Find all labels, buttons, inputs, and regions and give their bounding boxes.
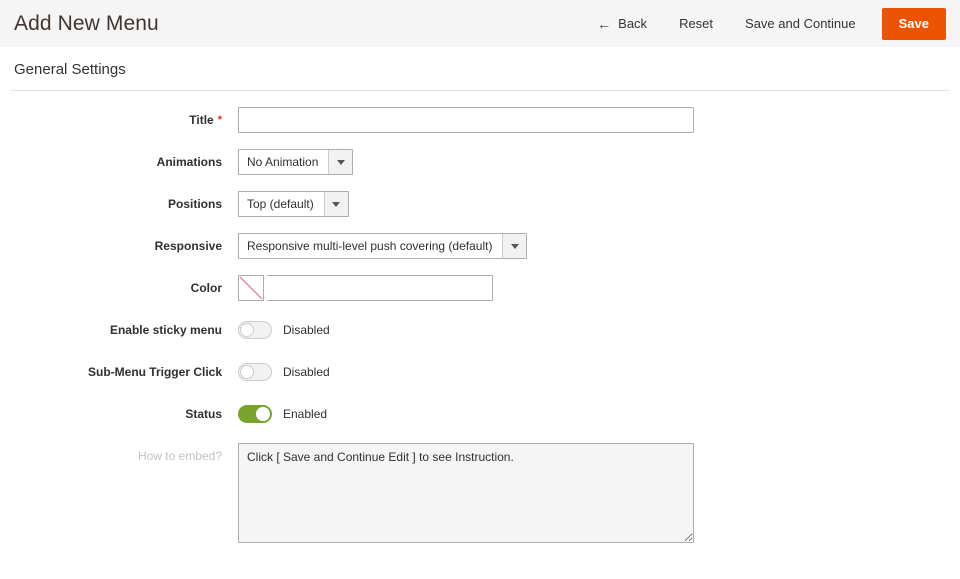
- color-picker: [238, 275, 960, 301]
- field-positions: Positions Top (default): [0, 191, 960, 217]
- status-state: Enabled: [283, 407, 327, 421]
- back-button-label: Back: [618, 8, 647, 40]
- sub-menu-trigger-click-toggle[interactable]: [238, 363, 272, 381]
- field-label-color: Color: [0, 275, 238, 301]
- admin-form-page: Add New Menu ← Back Reset Save and Conti…: [0, 0, 960, 579]
- field-responsive: Responsive Responsive multi-level push c…: [0, 233, 960, 259]
- save-and-continue-button[interactable]: Save and Continue: [729, 8, 872, 40]
- animations-select-value: No Animation: [239, 150, 328, 174]
- header-actions: ← Back Reset Save and Continue Save: [581, 8, 946, 40]
- field-title: Title*: [0, 107, 960, 133]
- chevron-down-icon: [324, 192, 348, 216]
- field-enable-sticky-menu: Enable sticky menu Disabled: [0, 317, 960, 343]
- field-label-title: Title*: [0, 107, 238, 133]
- section-title: General Settings: [0, 47, 960, 90]
- general-settings-section: General Settings Title* Animations No An…: [0, 47, 960, 548]
- save-button[interactable]: Save: [882, 8, 946, 40]
- general-settings-form: Title* Animations No Animation Positi: [0, 91, 960, 548]
- no-color-swatch-icon[interactable]: [238, 275, 264, 301]
- status-toggle[interactable]: [238, 405, 272, 423]
- page-header: Add New Menu ← Back Reset Save and Conti…: [0, 0, 960, 47]
- sub-menu-trigger-click-state: Disabled: [283, 365, 330, 379]
- chevron-down-icon: [328, 150, 352, 174]
- how-to-embed-textarea[interactable]: [238, 443, 694, 543]
- field-label-sub-menu-trigger-click: Sub-Menu Trigger Click: [0, 359, 238, 385]
- back-button[interactable]: ← Back: [581, 8, 663, 40]
- field-status: Status Enabled: [0, 401, 960, 427]
- field-how-to-embed: How to embed?: [0, 443, 960, 548]
- field-label-how-to-embed: How to embed?: [0, 443, 238, 469]
- save-and-continue-label: Save and Continue: [745, 8, 856, 40]
- positions-select-value: Top (default): [239, 192, 324, 216]
- enable-sticky-menu-toggle[interactable]: [238, 321, 272, 339]
- responsive-select-value: Responsive multi-level push covering (de…: [239, 234, 502, 258]
- field-label-positions: Positions: [0, 191, 238, 217]
- chevron-down-icon: [502, 234, 526, 258]
- field-label-status: Status: [0, 401, 238, 427]
- positions-select[interactable]: Top (default): [238, 191, 349, 217]
- required-marker: *: [218, 114, 222, 126]
- field-color: Color: [0, 275, 960, 301]
- animations-select[interactable]: No Animation: [238, 149, 353, 175]
- responsive-select[interactable]: Responsive multi-level push covering (de…: [238, 233, 527, 259]
- field-label-responsive: Responsive: [0, 233, 238, 259]
- page-title: Add New Menu: [14, 12, 159, 36]
- reset-button-label: Reset: [679, 8, 713, 40]
- field-sub-menu-trigger-click: Sub-Menu Trigger Click Disabled: [0, 359, 960, 385]
- enable-sticky-menu-state: Disabled: [283, 323, 330, 337]
- color-value-input[interactable]: [267, 275, 493, 301]
- arrow-left-icon: ←: [597, 17, 611, 31]
- field-label-enable-sticky-menu: Enable sticky menu: [0, 317, 238, 343]
- title-input[interactable]: [238, 107, 694, 133]
- reset-button[interactable]: Reset: [663, 8, 729, 40]
- field-label-animations: Animations: [0, 149, 238, 175]
- field-animations: Animations No Animation: [0, 149, 960, 175]
